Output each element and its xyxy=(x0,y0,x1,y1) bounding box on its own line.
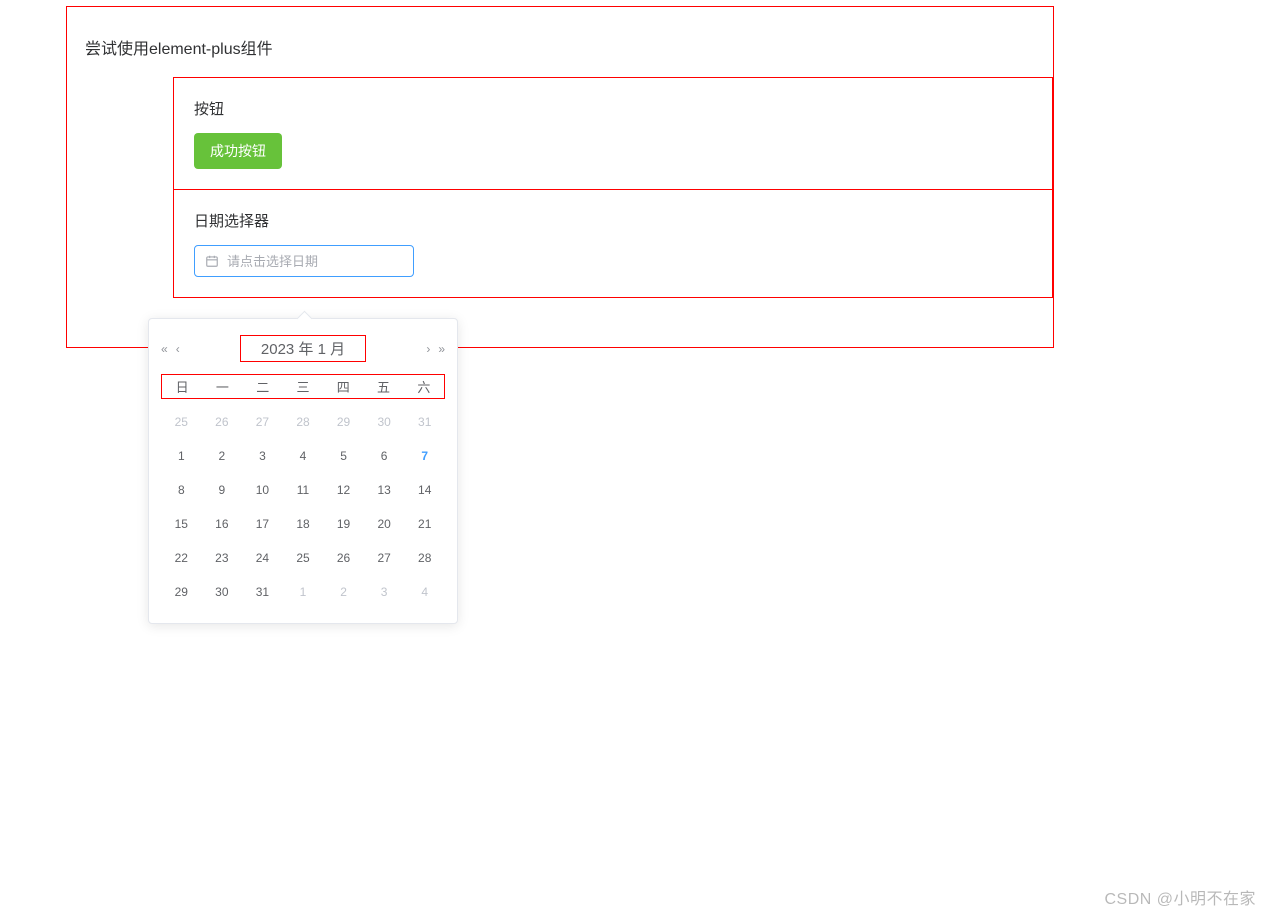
day-cell[interactable]: 4 xyxy=(404,575,445,609)
day-cell[interactable]: 23 xyxy=(202,541,243,575)
day-cell[interactable]: 6 xyxy=(364,439,405,473)
prev-month-button[interactable]: ‹ xyxy=(176,342,180,356)
success-button[interactable]: 成功按钮 xyxy=(194,133,282,169)
day-cell[interactable]: 26 xyxy=(202,405,243,439)
weekday-cell: 二 xyxy=(243,375,283,398)
day-cell[interactable]: 29 xyxy=(323,405,364,439)
day-cell[interactable]: 5 xyxy=(323,439,364,473)
day-cell[interactable]: 30 xyxy=(202,575,243,609)
weekday-cell: 三 xyxy=(283,375,323,398)
date-input[interactable] xyxy=(227,254,403,269)
day-cell[interactable]: 2 xyxy=(202,439,243,473)
date-picker-panel: « ‹ 2023 年 1 月 › » 日一二三四五六 2526272829303… xyxy=(148,318,458,624)
day-cell[interactable]: 11 xyxy=(283,473,324,507)
day-cell[interactable]: 8 xyxy=(161,473,202,507)
weekday-cell: 五 xyxy=(363,375,403,398)
day-cell[interactable]: 29 xyxy=(161,575,202,609)
weekday-cell: 日 xyxy=(162,375,202,398)
calendar-header: « ‹ 2023 年 1 月 › » xyxy=(161,329,445,374)
day-cell[interactable]: 10 xyxy=(242,473,283,507)
day-cell[interactable]: 3 xyxy=(364,575,405,609)
calendar-icon xyxy=(205,254,219,268)
day-cell[interactable]: 25 xyxy=(161,405,202,439)
day-cell[interactable]: 9 xyxy=(202,473,243,507)
day-cell[interactable]: 14 xyxy=(404,473,445,507)
page-title: 尝试使用element-plus组件 xyxy=(85,35,1035,59)
day-cell[interactable]: 4 xyxy=(283,439,324,473)
day-cell[interactable]: 2 xyxy=(323,575,364,609)
day-cell[interactable]: 30 xyxy=(364,405,405,439)
weekday-cell: 四 xyxy=(323,375,363,398)
prev-year-button[interactable]: « xyxy=(161,342,168,356)
day-cell[interactable]: 17 xyxy=(242,507,283,541)
weekday-cell: 一 xyxy=(202,375,242,398)
calendar-days-grid: 2526272829303112345678910111213141516171… xyxy=(161,405,445,609)
weekday-cell: 六 xyxy=(404,375,444,398)
weekday-header-row: 日一二三四五六 xyxy=(161,374,445,399)
day-cell[interactable]: 7 xyxy=(404,439,445,473)
day-cell[interactable]: 27 xyxy=(364,541,405,575)
datepicker-section: 日期选择器 xyxy=(173,190,1053,298)
day-cell[interactable]: 22 xyxy=(161,541,202,575)
day-cell[interactable]: 25 xyxy=(283,541,324,575)
day-cell[interactable]: 28 xyxy=(283,405,324,439)
day-cell[interactable]: 27 xyxy=(242,405,283,439)
watermark: CSDN @小明不在家 xyxy=(1104,885,1256,909)
day-cell[interactable]: 13 xyxy=(364,473,405,507)
day-cell[interactable]: 28 xyxy=(404,541,445,575)
day-cell[interactable]: 31 xyxy=(242,575,283,609)
button-section: 按钮 成功按钮 xyxy=(173,77,1053,190)
day-cell[interactable]: 26 xyxy=(323,541,364,575)
day-cell[interactable]: 16 xyxy=(202,507,243,541)
day-cell[interactable]: 18 xyxy=(283,507,324,541)
day-cell[interactable]: 15 xyxy=(161,507,202,541)
next-year-button[interactable]: » xyxy=(438,342,445,356)
day-cell[interactable]: 3 xyxy=(242,439,283,473)
day-cell[interactable]: 20 xyxy=(364,507,405,541)
day-cell[interactable]: 12 xyxy=(323,473,364,507)
nav-next-group: › » xyxy=(426,342,445,356)
sections-stack: 按钮 成功按钮 日期选择器 xyxy=(173,77,1053,298)
day-cell[interactable]: 24 xyxy=(242,541,283,575)
nav-prev-group: « ‹ xyxy=(161,342,180,356)
date-input-wrap[interactable] xyxy=(194,245,414,277)
day-cell[interactable]: 21 xyxy=(404,507,445,541)
datepicker-section-heading: 日期选择器 xyxy=(194,210,1032,231)
next-month-button[interactable]: › xyxy=(426,342,430,356)
button-section-heading: 按钮 xyxy=(194,98,1032,119)
day-cell[interactable]: 1 xyxy=(283,575,324,609)
outer-container: 尝试使用element-plus组件 按钮 成功按钮 日期选择器 xyxy=(66,6,1054,348)
day-cell[interactable]: 31 xyxy=(404,405,445,439)
day-cell[interactable]: 1 xyxy=(161,439,202,473)
day-cell[interactable]: 19 xyxy=(323,507,364,541)
calendar-title[interactable]: 2023 年 1 月 xyxy=(240,335,366,362)
